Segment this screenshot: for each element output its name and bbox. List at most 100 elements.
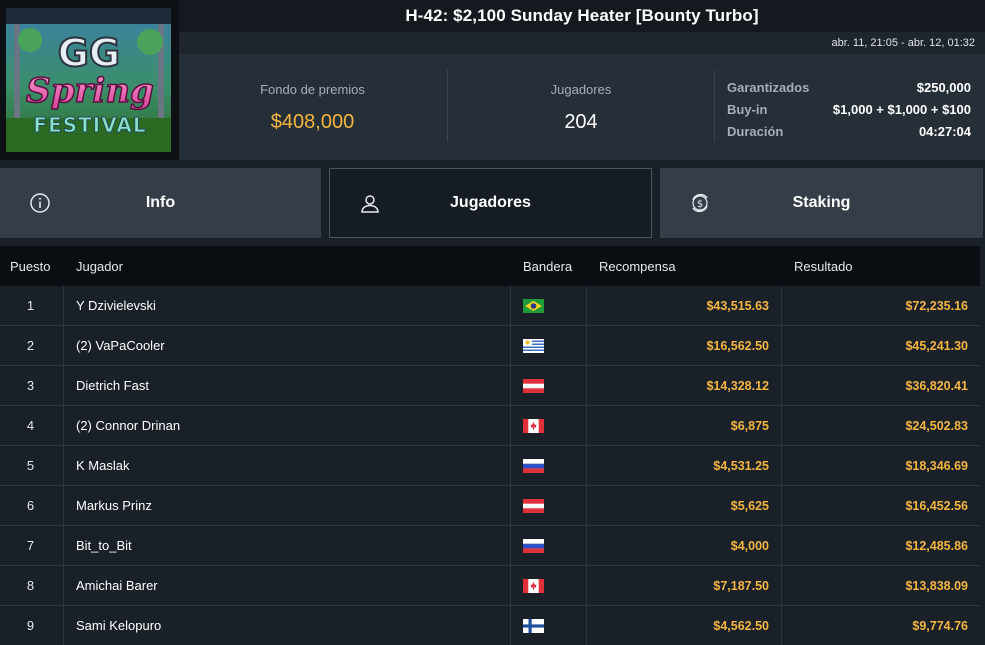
header-result[interactable]: Resultado bbox=[782, 259, 980, 274]
row-reward: $43,515.63 bbox=[587, 285, 782, 326]
table-row[interactable]: 5K Maslak $4,531.25 $18,346.69 bbox=[0, 445, 980, 486]
tab-players[interactable]: Jugadores bbox=[329, 168, 652, 238]
tab-bar: Info Jugadores $ Staking bbox=[0, 168, 985, 238]
user-icon bbox=[361, 195, 379, 213]
row-player-name[interactable]: K Maslak bbox=[64, 445, 511, 486]
russia-flag-icon bbox=[523, 458, 544, 473]
tab-info-label: Info bbox=[145, 194, 176, 211]
row-result: $13,838.09 bbox=[905, 578, 968, 593]
row-reward: $6,875 bbox=[587, 405, 782, 446]
row-player-name[interactable]: (2) Connor Drinan bbox=[64, 405, 511, 446]
prize-pool-value: $408,000 bbox=[270, 111, 355, 133]
row-flag-cell bbox=[511, 485, 587, 526]
row-result: $9,774.76 bbox=[912, 618, 968, 633]
row-result: $45,241.30 bbox=[905, 338, 968, 353]
tab-players-label: Jugadores bbox=[450, 194, 531, 211]
detail-row-duration: Duración 04:27:04 bbox=[727, 120, 971, 142]
row-player-name[interactable]: Y Dzivielevski bbox=[64, 285, 511, 326]
row-result: $16,452.56 bbox=[905, 498, 968, 513]
tab-info[interactable]: Info bbox=[0, 168, 321, 238]
row-position: 4 bbox=[0, 405, 64, 446]
stats-panel: Fondo de premios $408,000 Jugadores 204 … bbox=[179, 54, 985, 160]
table-row[interactable]: 6 Markus Prinz $5,625 $16,452.56 bbox=[0, 485, 980, 526]
results-table: Puesto Jugador Bandera Recompensa Result… bbox=[0, 246, 980, 645]
row-result: $18,346.69 bbox=[905, 458, 968, 473]
row-player-name[interactable]: Dietrich Fast bbox=[64, 365, 511, 406]
detail-value: $250,000 bbox=[916, 79, 971, 95]
row-reward: $4,531.25 bbox=[587, 445, 782, 486]
row-reward: $4,562.50 bbox=[587, 605, 782, 645]
detail-label: Garantizados bbox=[727, 79, 810, 95]
row-flag-cell bbox=[511, 445, 587, 486]
detail-label: Duración bbox=[727, 123, 784, 139]
row-flag-cell bbox=[511, 285, 587, 326]
table-row[interactable]: 2 (2) VaPaCooler $16,562.50 $45,241.30 bbox=[0, 325, 980, 366]
detail-value: 04:27:04 bbox=[918, 123, 971, 139]
tab-staking-label: Staking bbox=[792, 194, 851, 211]
row-reward: $5,625 bbox=[587, 485, 782, 526]
table-row[interactable]: 4 (2) Connor Drinan $6,875 $24,502.83 bbox=[0, 405, 980, 446]
row-result: $12,485.86 bbox=[905, 538, 968, 553]
row-position: 7 bbox=[0, 525, 64, 566]
table-header: Puesto Jugador Bandera Recompensa Result… bbox=[0, 246, 980, 286]
row-flag-cell bbox=[511, 325, 587, 366]
players-label: Jugadores bbox=[550, 82, 612, 97]
header-position[interactable]: Puesto bbox=[0, 259, 64, 274]
svg-text:$: $ bbox=[697, 199, 703, 210]
logo-spring-text: Spring bbox=[26, 71, 154, 111]
row-reward: $7,187.50 bbox=[587, 565, 782, 606]
row-position: 2 bbox=[0, 325, 64, 366]
austria-flag-icon bbox=[523, 498, 544, 513]
row-position: 3 bbox=[0, 365, 64, 406]
row-position: 8 bbox=[0, 565, 64, 606]
row-flag-cell bbox=[511, 525, 587, 566]
table-row[interactable]: 1Y Dzivielevski $43,515.63 $72,235.16 bbox=[0, 285, 980, 326]
detail-row-guaranteed: Garantizados $250,000 bbox=[727, 76, 971, 98]
header-flag[interactable]: Bandera bbox=[511, 259, 587, 274]
row-player-name[interactable]: Bit_to_Bit bbox=[64, 525, 511, 566]
prize-pool-stat: Fondo de premios $408,000 bbox=[179, 70, 446, 142]
tournament-details: Garantizados $250,000 Buy-in $1,000 + $1… bbox=[727, 76, 971, 142]
row-reward: $4,000 bbox=[587, 525, 782, 566]
logo-gg-text: GG bbox=[58, 31, 120, 75]
row-flag-cell bbox=[511, 405, 587, 446]
dollar-cycle-icon: $ bbox=[692, 194, 708, 212]
row-player-name[interactable]: Markus Prinz bbox=[64, 485, 511, 526]
russia-flag-icon bbox=[523, 538, 544, 553]
row-position: 1 bbox=[0, 285, 64, 326]
tournament-dates: abr. 11, 21:05 - abr. 12, 01:32 bbox=[179, 32, 985, 54]
title-bar: H-42: $2,100 Sunday Heater [Bounty Turbo… bbox=[179, 0, 985, 32]
detail-row-buyin: Buy-in $1,000 + $1,000 + $100 bbox=[727, 98, 971, 120]
brazil-flag-icon bbox=[523, 298, 544, 313]
header-reward[interactable]: Recompensa bbox=[587, 259, 782, 274]
finland-flag-icon bbox=[523, 618, 544, 633]
canada-flag-icon bbox=[523, 578, 544, 593]
header-player[interactable]: Jugador bbox=[64, 259, 511, 274]
uruguay-flag-icon bbox=[523, 338, 544, 353]
logo-festival-text: FESTIVAL bbox=[33, 113, 146, 137]
table-row[interactable]: 3 Dietrich Fast $14,328.12 $36,820.41 bbox=[0, 365, 980, 406]
row-player-name[interactable]: (2) VaPaCooler bbox=[64, 325, 511, 366]
row-player-name[interactable]: Amichai Barer bbox=[64, 565, 511, 606]
row-result: $72,235.16 bbox=[905, 298, 968, 313]
row-position: 5 bbox=[0, 445, 64, 486]
tournament-title: H-42: $2,100 Sunday Heater [Bounty Turbo… bbox=[405, 6, 759, 25]
prize-pool-label: Fondo de premios bbox=[260, 82, 365, 97]
tab-staking[interactable]: $ Staking bbox=[660, 168, 983, 238]
row-result: $36,820.41 bbox=[905, 378, 968, 393]
table-row[interactable]: 8 Amichai Barer $7,187.50 $13,838.09 bbox=[0, 565, 980, 606]
table-body: 1Y Dzivielevski $43,515.63 $72,235.16 2 (2) … bbox=[0, 285, 980, 645]
row-player-name[interactable]: Sami Kelopuro bbox=[64, 605, 511, 645]
tournament-logo: GG Spring FESTIVAL bbox=[0, 0, 179, 160]
table-row[interactable]: 7 Bit_to_Bit $4,000 $12,485.86 bbox=[0, 525, 980, 566]
detail-label: Buy-in bbox=[727, 101, 768, 117]
row-position: 6 bbox=[0, 485, 64, 526]
canada-flag-icon bbox=[523, 418, 544, 433]
detail-value: $1,000 + $1,000 + $100 bbox=[832, 101, 971, 117]
austria-flag-icon bbox=[523, 378, 544, 393]
row-flag-cell bbox=[511, 605, 587, 645]
row-position: 9 bbox=[0, 605, 64, 645]
row-result: $24,502.83 bbox=[905, 418, 968, 433]
row-reward: $16,562.50 bbox=[587, 325, 782, 366]
table-row[interactable]: 9 Sami Kelopuro $4,562.50 $9,774.76 bbox=[0, 605, 980, 645]
